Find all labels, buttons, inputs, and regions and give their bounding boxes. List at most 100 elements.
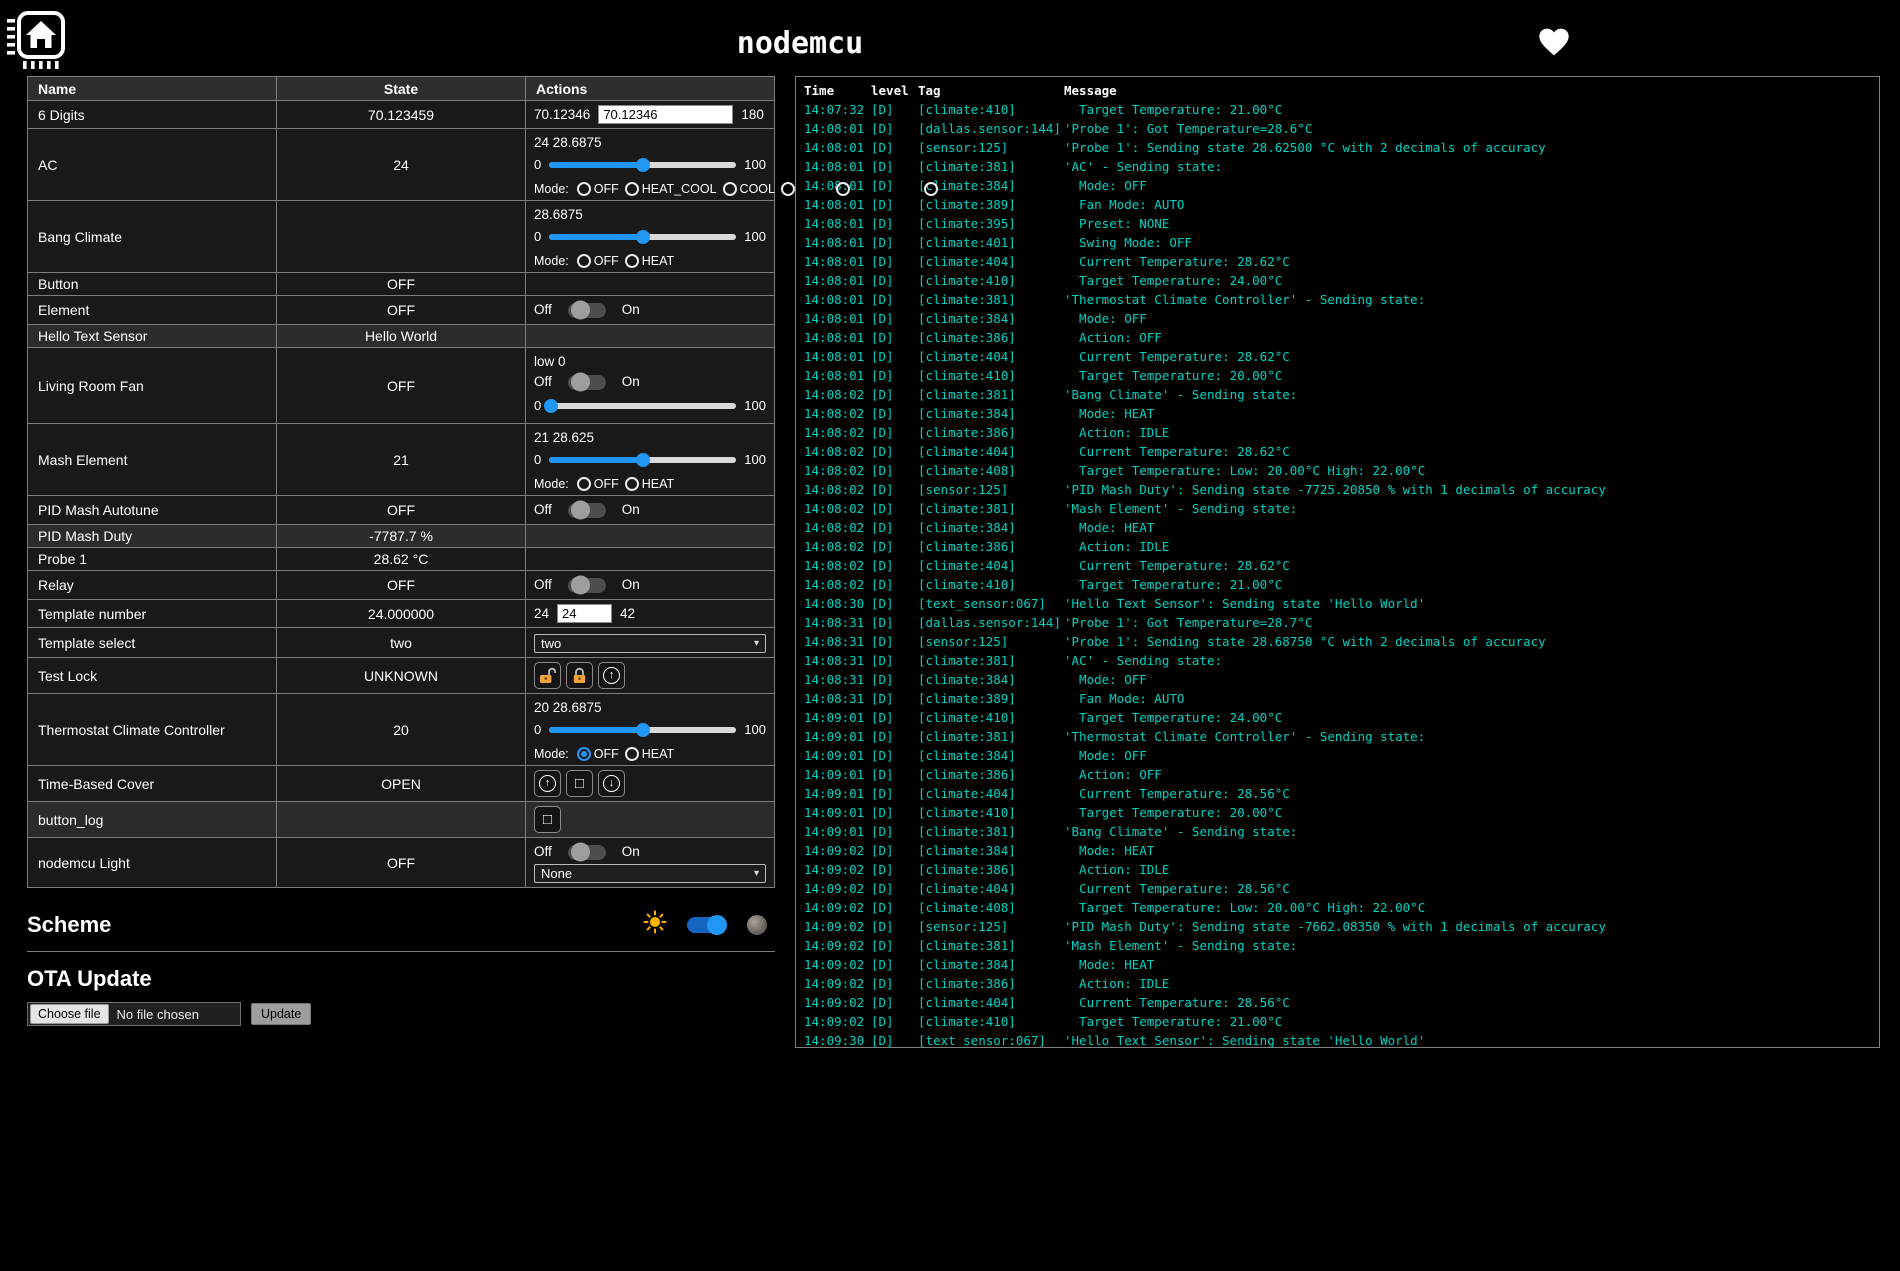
mode-radio-heat[interactable] bbox=[781, 182, 795, 196]
entity-row: ButtonOFF bbox=[28, 273, 775, 296]
entity-actions: two▾ bbox=[526, 628, 775, 658]
entity-state: OFF bbox=[277, 348, 526, 424]
button-group: ↑□↓ bbox=[534, 770, 766, 797]
log-row: 14:09:01[D][climate:410] Target Temperat… bbox=[804, 708, 1871, 727]
file-input[interactable]: Choose file No file chosen bbox=[27, 1002, 241, 1026]
entity-actions: OffOn bbox=[526, 296, 775, 325]
entity-actions bbox=[526, 525, 775, 548]
entity-actions bbox=[526, 548, 775, 571]
log-row: 14:08:02[D][climate:384] Mode: HEAT bbox=[804, 404, 1871, 423]
action-value-label: 28.6875 bbox=[534, 206, 766, 223]
select-control[interactable]: None▾ bbox=[534, 864, 766, 883]
update-button[interactable]: Update bbox=[251, 1003, 311, 1025]
mode-radio-heat[interactable] bbox=[625, 747, 639, 761]
slider-max-label: 100 bbox=[744, 229, 766, 244]
entity-table: Name State Actions 6 Digits70.12345970.1… bbox=[27, 76, 775, 888]
choose-file-button[interactable]: Choose file bbox=[30, 1004, 109, 1024]
log-level: [D] bbox=[871, 632, 918, 651]
log-message: 'PID Mash Duty': Sending state -7725.208… bbox=[1064, 480, 1871, 499]
button-log-press-button[interactable]: □ bbox=[534, 806, 561, 833]
column-header-state: State bbox=[277, 77, 526, 101]
slider-thumb[interactable] bbox=[636, 230, 650, 244]
slider-track[interactable] bbox=[549, 457, 736, 463]
scheme-controls bbox=[643, 910, 767, 939]
slider-thumb[interactable] bbox=[544, 399, 558, 413]
mode-option-label: COOL bbox=[740, 182, 775, 196]
slider-track[interactable] bbox=[549, 234, 736, 240]
slider-thumb[interactable] bbox=[636, 723, 650, 737]
mode-radio-off[interactable] bbox=[577, 747, 591, 761]
toggle-control: OffOn bbox=[534, 500, 766, 520]
mode-radio-heat_cool[interactable] bbox=[625, 182, 639, 196]
log-time: 14:09:01 bbox=[804, 784, 871, 803]
toggle-switch[interactable] bbox=[568, 303, 606, 318]
number-input[interactable] bbox=[557, 604, 612, 623]
log-time: 14:08:01 bbox=[804, 309, 871, 328]
log-message: 'AC' - Sending state: bbox=[1064, 651, 1871, 670]
log-panel[interactable]: Time level Tag Message 14:07:32[D][clima… bbox=[795, 76, 1880, 1048]
toggle-switch[interactable] bbox=[568, 375, 606, 390]
cover-stop-button[interactable]: □ bbox=[566, 770, 593, 797]
slider-min-label: 0 bbox=[534, 722, 541, 737]
entity-state: 21 bbox=[277, 424, 526, 496]
mode-radio-cool[interactable] bbox=[723, 182, 737, 196]
scheme-toggle[interactable] bbox=[687, 917, 727, 933]
toggle-off-label: Off bbox=[534, 842, 552, 862]
log-time: 14:08:31 bbox=[804, 651, 871, 670]
stop-icon: □ bbox=[543, 812, 552, 827]
cover-open-button[interactable]: ↑ bbox=[534, 770, 561, 797]
entity-actions bbox=[526, 325, 775, 348]
log-message: Mode: HEAT bbox=[1064, 404, 1871, 423]
slider-control: 0100 bbox=[534, 398, 766, 413]
log-time: 14:09:02 bbox=[804, 841, 871, 860]
log-tag: [climate:386] bbox=[918, 423, 1064, 442]
mode-option-heat: HEAT bbox=[625, 254, 674, 268]
log-tag: [climate:381] bbox=[918, 385, 1064, 404]
entity-state: two bbox=[277, 628, 526, 658]
slider-thumb[interactable] bbox=[636, 453, 650, 467]
climate-mode-options: Mode:OFFHEAT bbox=[534, 477, 766, 491]
toggle-off-label: Off bbox=[534, 372, 552, 392]
log-level: [D] bbox=[871, 480, 918, 499]
log-tag: [climate:410] bbox=[918, 100, 1064, 119]
log-time: 14:08:02 bbox=[804, 385, 871, 404]
log-time: 14:09:02 bbox=[804, 898, 871, 917]
mode-radio-heat[interactable] bbox=[625, 477, 639, 491]
toggle-switch[interactable] bbox=[568, 845, 606, 860]
mode-radio-off[interactable] bbox=[577, 477, 591, 491]
entity-row: Template number24.0000002442 bbox=[28, 600, 775, 628]
unlock-button[interactable] bbox=[534, 662, 561, 689]
log-row: 14:08:01[D][climate:386] Action: OFF bbox=[804, 328, 1871, 347]
slider-track[interactable] bbox=[549, 403, 736, 409]
log-row: 14:07:32[D][climate:410] Target Temperat… bbox=[804, 100, 1871, 119]
slider-track[interactable] bbox=[549, 162, 736, 168]
action-value-label: low 0 bbox=[534, 353, 766, 370]
mode-radio-off[interactable] bbox=[577, 182, 591, 196]
mode-option-heat: HEAT bbox=[625, 477, 674, 491]
log-table: Time level Tag Message 14:07:32[D][clima… bbox=[804, 80, 1871, 1048]
number-input[interactable] bbox=[598, 105, 733, 124]
toggle-switch[interactable] bbox=[568, 578, 606, 593]
entity-name: PID Mash Duty bbox=[28, 525, 277, 548]
slider-min-label: 0 bbox=[534, 157, 541, 172]
action-value-label: 24 28.6875 bbox=[534, 134, 766, 151]
entity-row: Template selecttwotwo▾ bbox=[28, 628, 775, 658]
select-control[interactable]: two▾ bbox=[534, 634, 766, 653]
mode-option-label: OFF bbox=[594, 477, 619, 491]
cover-close-button[interactable]: ↓ bbox=[598, 770, 625, 797]
slider-track[interactable] bbox=[549, 727, 736, 733]
entity-row: Thermostat Climate Controller2020 28.687… bbox=[28, 694, 775, 766]
mode-radio-dry[interactable] bbox=[924, 182, 938, 196]
log-column-time: Time bbox=[804, 80, 871, 100]
lock-open-button[interactable]: ↑ bbox=[598, 662, 625, 689]
mode-radio-off[interactable] bbox=[577, 254, 591, 268]
log-time: 14:09:01 bbox=[804, 765, 871, 784]
log-time: 14:08:02 bbox=[804, 499, 871, 518]
slider-thumb[interactable] bbox=[636, 158, 650, 172]
entity-row: Bang Climate28.68750100Mode:OFFHEAT bbox=[28, 201, 775, 273]
toggle-switch[interactable] bbox=[568, 503, 606, 518]
log-level: [D] bbox=[871, 670, 918, 689]
log-message: Target Temperature: 21.00°C bbox=[1064, 575, 1871, 594]
mode-radio-heat[interactable] bbox=[625, 254, 639, 268]
lock-button[interactable] bbox=[566, 662, 593, 689]
